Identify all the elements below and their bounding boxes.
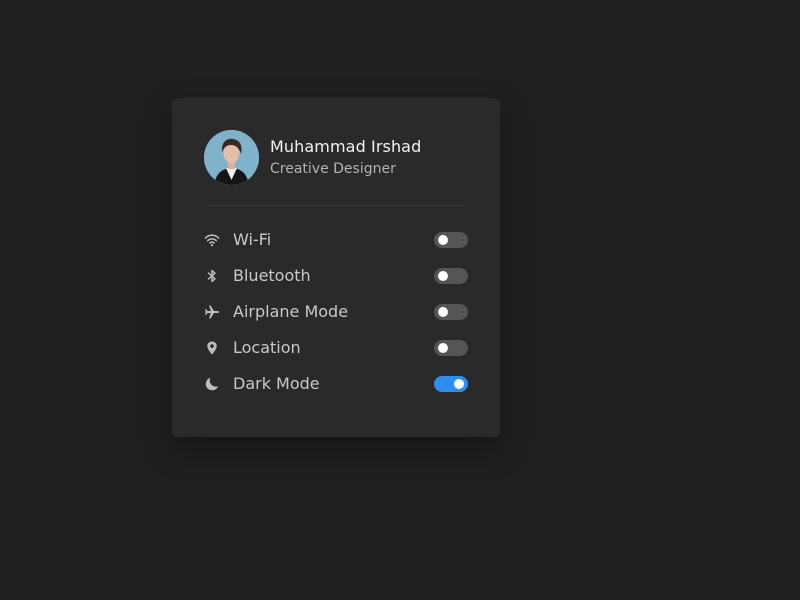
bluetooth-icon	[204, 268, 220, 284]
setting-airplane-mode[interactable]: Airplane Mode	[204, 300, 468, 324]
setting-label: Wi-Fi	[233, 230, 272, 249]
wifi-toggle[interactable]	[434, 232, 468, 248]
profile-role: Creative Designer	[270, 160, 396, 177]
airplane-icon	[204, 304, 220, 320]
profile-header: Muhammad Irshad Creative Designer	[204, 130, 421, 185]
airplane-mode-toggle[interactable]	[434, 304, 468, 320]
setting-dark-mode[interactable]: Dark Mode	[204, 372, 468, 396]
divider	[204, 205, 468, 206]
setting-bluetooth[interactable]: Bluetooth	[204, 264, 468, 288]
dark-mode-toggle[interactable]	[434, 376, 468, 392]
setting-wifi[interactable]: Wi-Fi	[204, 228, 468, 252]
wifi-icon	[204, 232, 220, 248]
setting-location[interactable]: Location	[204, 336, 468, 360]
setting-label: Dark Mode	[233, 374, 320, 393]
toggle-knob	[438, 235, 448, 245]
toggle-knob	[454, 379, 464, 389]
avatar-image	[204, 130, 259, 185]
bluetooth-toggle[interactable]	[434, 268, 468, 284]
setting-label: Airplane Mode	[233, 302, 349, 321]
location-pin-icon	[204, 340, 220, 356]
toggle-knob	[438, 307, 448, 317]
moon-icon	[204, 376, 220, 392]
location-toggle[interactable]	[434, 340, 468, 356]
toggle-knob	[438, 271, 448, 281]
toggle-knob	[438, 343, 448, 353]
setting-label: Location	[233, 338, 301, 357]
setting-label: Bluetooth	[233, 266, 311, 285]
quick-settings-card: Muhammad Irshad Creative Designer Wi-Fi …	[172, 98, 500, 437]
avatar[interactable]	[204, 130, 259, 185]
profile-name: Muhammad Irshad	[270, 136, 422, 156]
